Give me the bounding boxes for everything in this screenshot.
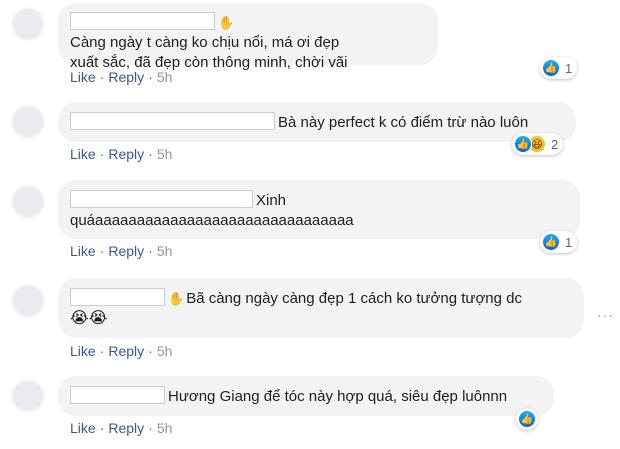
- wave-icon: ✋: [168, 291, 185, 306]
- like-link[interactable]: Like: [70, 420, 96, 436]
- timestamp[interactable]: 5h: [157, 146, 173, 162]
- timestamp[interactable]: 5h: [157, 69, 173, 85]
- separator: ·: [99, 243, 105, 259]
- like-icon: 👍: [542, 233, 560, 251]
- comment-actions: Like · Reply · 5h: [70, 343, 172, 359]
- reply-link[interactable]: Reply: [108, 146, 144, 162]
- separator: ·: [99, 343, 105, 359]
- separator: ·: [99, 69, 105, 85]
- commenter-name-redacted[interactable]: [70, 112, 275, 130]
- avatar[interactable]: [12, 106, 44, 138]
- comment-actions: Like · Reply · 5h: [70, 243, 172, 259]
- commenter-name-redacted[interactable]: [70, 190, 253, 208]
- commenter-name-redacted[interactable]: [70, 386, 165, 404]
- reaction-count: 1: [565, 60, 573, 76]
- comment-text: Bà này perfect k có điểm trừ nào luôn: [278, 114, 529, 131]
- comment-text: quáaaaaaaaaaaaaaaaaaaaaaaaaaaaaaaa: [70, 212, 354, 229]
- separator: ·: [99, 146, 105, 162]
- reply-link[interactable]: Reply: [108, 69, 144, 85]
- separator: ·: [148, 243, 153, 259]
- like-icon: 👍: [514, 135, 532, 153]
- commenter-name-redacted[interactable]: [70, 12, 215, 30]
- like-link[interactable]: Like: [70, 146, 96, 162]
- comment-bubble: Xinh quáaaaaaaaaaaaaaaaaaaaaaaaaaaaaaaa: [58, 180, 580, 239]
- comment-text: Càng ngày t càng ko chịu nổi, má ơi đẹp: [70, 34, 340, 51]
- comment-bubble: Bà này perfect k có điểm trừ nào luôn: [58, 102, 576, 142]
- comment-text: Hương Giang để tóc này hợp quá, siêu đẹp…: [168, 388, 508, 405]
- reply-link[interactable]: Reply: [108, 343, 144, 359]
- wave-icon: ✋: [218, 15, 235, 30]
- commenter-name-redacted[interactable]: [70, 288, 165, 306]
- separator: ·: [148, 69, 153, 85]
- separator: ·: [148, 146, 153, 162]
- like-icon: 👍: [542, 59, 560, 77]
- separator: ·: [148, 343, 153, 359]
- more-options-icon[interactable]: ···: [597, 307, 614, 323]
- reaction-summary[interactable]: 👍: [516, 408, 538, 430]
- timestamp[interactable]: 5h: [157, 243, 173, 259]
- comment-text: Bã càng ngày càng đẹp 1 cách ko tưởng tư…: [186, 290, 522, 307]
- reaction-count: 1: [565, 234, 573, 250]
- comment-bubble: ✋ Bã càng ngày càng đẹp 1 cách ko tưởng t…: [58, 278, 584, 338]
- avatar[interactable]: [12, 380, 44, 412]
- reply-link[interactable]: Reply: [108, 420, 144, 436]
- separator: ·: [148, 420, 153, 436]
- reply-link[interactable]: Reply: [108, 243, 144, 259]
- comment-text: Xinh: [256, 192, 287, 209]
- like-link[interactable]: Like: [70, 69, 96, 85]
- like-link[interactable]: Like: [70, 343, 96, 359]
- reaction-summary[interactable]: 👍 1: [540, 57, 578, 79]
- reaction-summary[interactable]: 👍 😆 2: [512, 133, 564, 155]
- reaction-summary[interactable]: 👍 1: [540, 231, 578, 253]
- timestamp[interactable]: 5h: [157, 420, 173, 436]
- avatar[interactable]: [12, 285, 44, 317]
- like-link[interactable]: Like: [70, 243, 96, 259]
- comment-actions: Like · Reply · 5h: [70, 69, 172, 85]
- like-icon: 👍: [518, 410, 536, 428]
- comment-bubble: Hương Giang để tóc này hợp quá, siêu đẹp…: [58, 376, 554, 416]
- comment-bubble: ✋ Càng ngày t càng ko chịu nổi, má ơi đẹp…: [58, 3, 438, 71]
- separator: ·: [99, 420, 105, 436]
- comment-actions: Like · Reply · 5h: [70, 146, 172, 162]
- avatar[interactable]: [12, 8, 44, 40]
- comment-actions: Like · Reply · 5h: [70, 420, 172, 436]
- avatar[interactable]: [12, 186, 44, 218]
- reaction-count: 2: [551, 136, 559, 152]
- timestamp[interactable]: 5h: [157, 343, 173, 359]
- crying-emoji-icon: 😭😭: [70, 310, 108, 327]
